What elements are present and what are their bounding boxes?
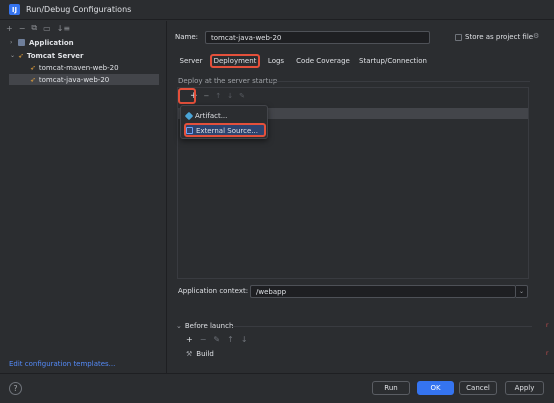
apply-button[interactable]: Apply bbox=[505, 381, 544, 395]
tree-item-label: Tomcat Server bbox=[26, 51, 84, 60]
store-as-project-file-label: Store as project file bbox=[465, 33, 534, 41]
chevron-down-icon[interactable]: ⌄ bbox=[10, 52, 18, 59]
tree-toolbar: + − ⧉ ▭ ↓≡ bbox=[0, 21, 166, 35]
tab-code-coverage[interactable]: Code Coverage bbox=[294, 54, 352, 68]
tree-item-tomcat-server[interactable]: ⌄ ➶ Tomcat Server bbox=[10, 50, 83, 61]
edge-marker: r bbox=[546, 322, 549, 329]
build-hammer-icon: ⚒ bbox=[186, 350, 193, 358]
tab-deployment[interactable]: Deployment bbox=[210, 54, 260, 68]
add-task-icon[interactable]: + bbox=[186, 335, 193, 344]
move-down-icon[interactable]: ↓ bbox=[241, 335, 248, 344]
chevron-down-icon[interactable]: ⌄ bbox=[516, 285, 528, 298]
deployment-toolbar: + − ↑ ↓ ✎ bbox=[178, 88, 528, 104]
add-configuration-icon[interactable]: + bbox=[6, 24, 13, 33]
deploy-section-label: Deploy at the server startup bbox=[178, 77, 278, 85]
tab-startup-connection[interactable]: Startup/Connection bbox=[358, 54, 428, 68]
add-button-highlight bbox=[178, 88, 196, 104]
tree-item-label: tomcat-maven-web-20 bbox=[38, 63, 119, 72]
before-launch-item-label: Build bbox=[196, 350, 214, 358]
edge-marker: r bbox=[546, 350, 549, 357]
edit-templates-link[interactable]: Edit configuration templates... bbox=[9, 360, 115, 368]
application-context-label: Application context: bbox=[178, 287, 249, 295]
intellij-app-icon: IJ bbox=[9, 4, 20, 15]
tab-logs[interactable]: Logs bbox=[262, 54, 290, 68]
move-down-icon[interactable]: ↓ bbox=[227, 92, 233, 100]
move-up-icon[interactable]: ↑ bbox=[215, 92, 221, 100]
dialog-button-bar: ? Run OK Cancel Apply bbox=[0, 373, 554, 403]
sort-icon[interactable]: ↓≡ bbox=[57, 24, 70, 33]
cancel-button[interactable]: Cancel bbox=[459, 381, 497, 395]
help-button[interactable]: ? bbox=[9, 382, 22, 395]
tree-item-tomcat-maven-web-20[interactable]: ➶ tomcat-maven-web-20 bbox=[30, 62, 119, 73]
add-deployment-popup-menu: Artifact... External Source... bbox=[180, 105, 268, 139]
before-launch-toolbar: + − ✎ ↑ ↓ bbox=[186, 335, 248, 344]
tree-item-application[interactable]: › Application bbox=[10, 37, 74, 48]
edit-icon[interactable]: ✎ bbox=[239, 92, 245, 100]
section-divider bbox=[270, 81, 530, 82]
settings-icon[interactable]: ⚙ bbox=[533, 32, 539, 40]
ok-button[interactable]: OK bbox=[417, 381, 454, 395]
before-launch-label: Before launch bbox=[184, 322, 234, 330]
tomcat-icon: ➶ bbox=[18, 51, 24, 60]
remove-task-icon[interactable]: − bbox=[200, 335, 207, 344]
copy-configuration-icon[interactable]: ⧉ bbox=[31, 23, 37, 33]
title-bar: IJ Run/Debug Configurations bbox=[0, 0, 554, 20]
window-title: Run/Debug Configurations bbox=[26, 5, 132, 14]
name-label: Name: bbox=[175, 33, 199, 41]
folder-icon[interactable]: ▭ bbox=[43, 24, 51, 33]
run-button[interactable]: Run bbox=[372, 381, 410, 395]
menu-item-artifact[interactable]: Artifact... bbox=[184, 110, 228, 121]
external-source-icon bbox=[186, 127, 193, 134]
tree-item-label: tomcat-java-web-20 bbox=[38, 75, 110, 84]
tree-item-label: Application bbox=[29, 38, 74, 47]
tab-server[interactable]: Server bbox=[174, 54, 208, 68]
name-input[interactable]: tomcat-java-web-20 bbox=[205, 31, 430, 44]
tree-item-tomcat-java-web-20[interactable]: ➶ tomcat-java-web-20 bbox=[9, 74, 159, 85]
tomcat-icon: ➶ bbox=[30, 75, 36, 84]
menu-item-external-source[interactable]: External Source... bbox=[186, 125, 258, 136]
before-launch-toggle[interactable]: ⌄ Before launch bbox=[176, 322, 233, 330]
configurations-tree-panel: + − ⧉ ▭ ↓≡ › Application ⌄ ➶ Tomcat Serv… bbox=[0, 21, 167, 373]
application-context-input[interactable]: /webapp bbox=[250, 285, 516, 298]
artifact-icon bbox=[184, 111, 194, 120]
tomcat-icon: ➶ bbox=[30, 63, 36, 72]
application-icon bbox=[18, 39, 25, 46]
chevron-right-icon[interactable]: › bbox=[10, 39, 18, 46]
menu-item-label: External Source... bbox=[196, 126, 258, 135]
edit-task-icon[interactable]: ✎ bbox=[213, 335, 220, 344]
configuration-settings-panel: Name: tomcat-java-web-20 Store as projec… bbox=[168, 21, 554, 373]
menu-item-label: Artifact... bbox=[195, 111, 228, 120]
remove-deployment-icon[interactable]: − bbox=[204, 92, 210, 100]
move-up-icon[interactable]: ↑ bbox=[227, 335, 234, 344]
remove-configuration-icon[interactable]: − bbox=[19, 24, 26, 33]
section-divider bbox=[232, 326, 532, 327]
store-as-project-file-checkbox[interactable] bbox=[455, 34, 462, 41]
chevron-down-icon: ⌄ bbox=[176, 322, 182, 330]
before-launch-item-build[interactable]: ⚒ Build bbox=[186, 350, 214, 358]
